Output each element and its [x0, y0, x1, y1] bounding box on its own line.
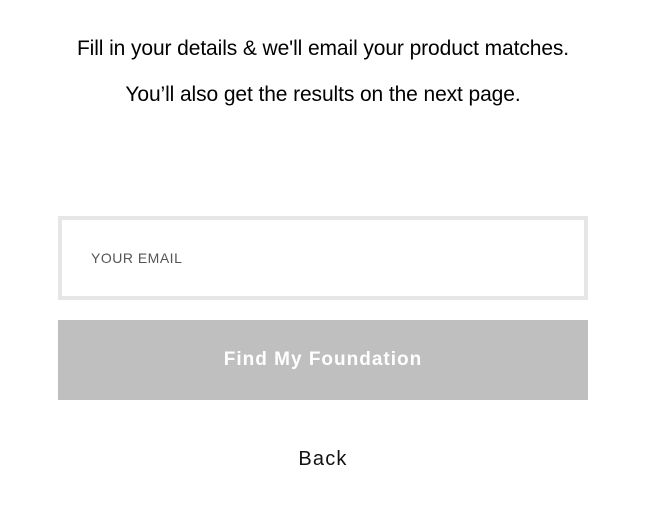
email-field[interactable]: [58, 216, 588, 300]
back-link[interactable]: Back: [58, 448, 588, 471]
find-my-foundation-button[interactable]: Find My Foundation: [58, 320, 588, 400]
intro-text: Fill in your details & we'll email your …: [76, 37, 570, 106]
